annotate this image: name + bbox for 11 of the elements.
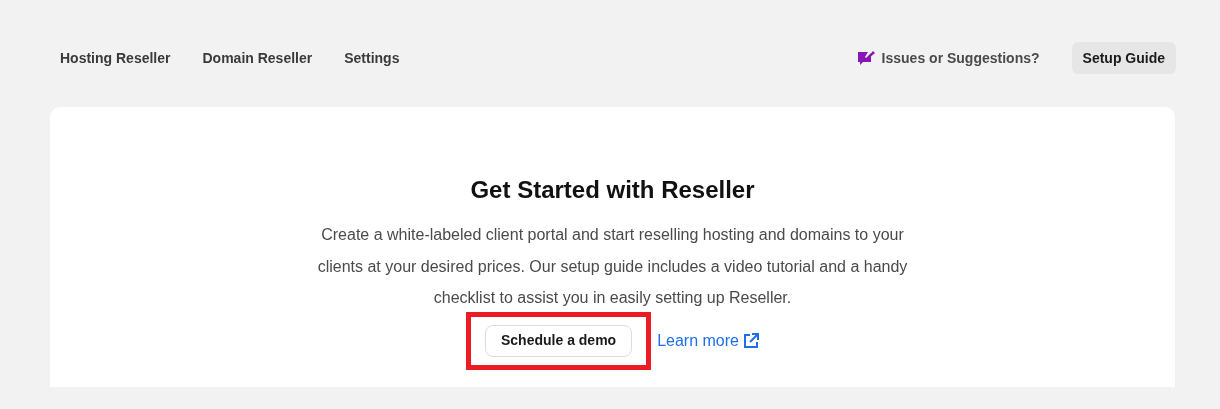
schedule-demo-button[interactable]: Schedule a demo [485, 324, 633, 357]
card-title: Get Started with Reseller [470, 175, 755, 205]
card-description: Create a white-labeled client portal and start reselling hosting and domains to your clients at your desired prices. Our setup guide includes a video tutorial and a handy checklist to assist you in easily setting up Reseller. [316, 225, 909, 308]
external-link-icon [743, 332, 759, 349]
feedback-link[interactable]: Issues or Suggestions? [856, 47, 1040, 69]
nav-link[interactable]: Domain Reseller [202, 47, 313, 69]
nav-link[interactable]: Settings [344, 47, 400, 69]
learn-more-link[interactable]: Learn more [657, 328, 759, 353]
setup-guide-button[interactable]: Setup Guide [1071, 42, 1176, 74]
nav-link[interactable]: Hosting Reseller [60, 47, 171, 69]
chat-edit-icon [856, 49, 876, 67]
